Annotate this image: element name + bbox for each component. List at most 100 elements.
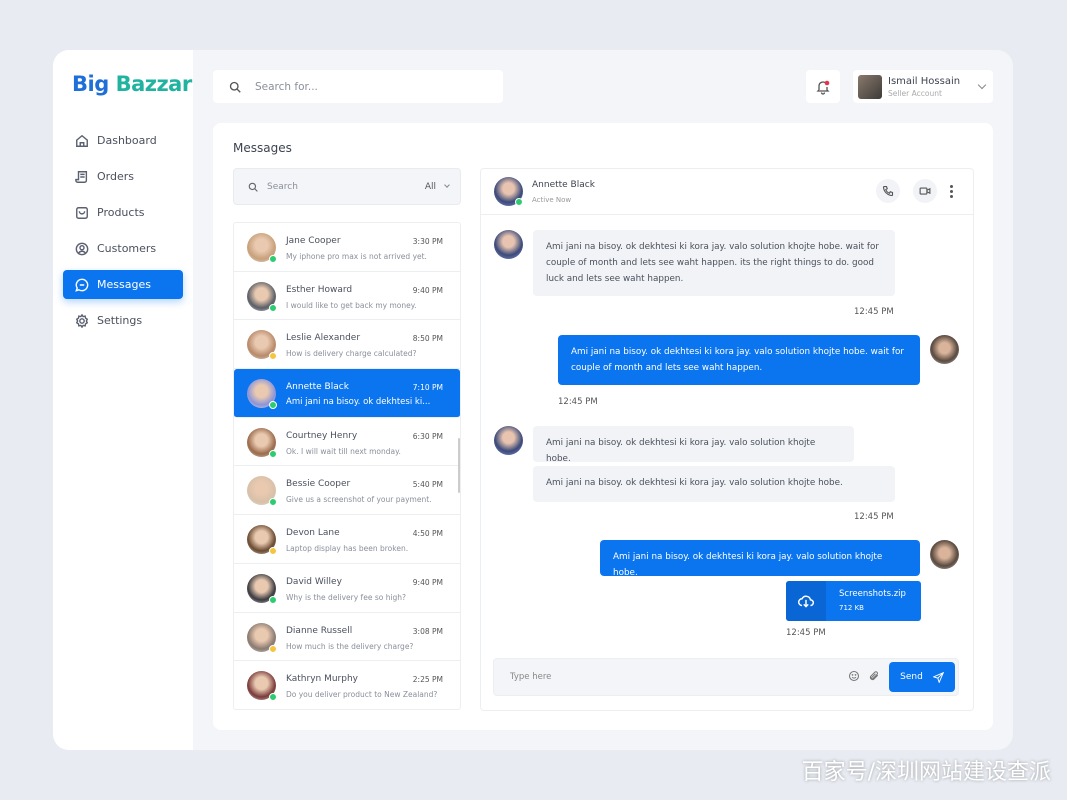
status-dot [269, 303, 277, 312]
status-dot [269, 595, 277, 604]
messages-panel: Messages Search All Jane Cooper 3:30 PM M… [213, 123, 993, 730]
user-circle-icon [75, 242, 89, 255]
gear-icon [75, 313, 89, 328]
chevron-down-icon [444, 182, 450, 188]
conversation-item[interactable]: Dianne Russell 3:08 PM How much is the d… [234, 613, 460, 662]
chat-header: Annette Black Active Now [481, 169, 973, 215]
filter-select[interactable]: All [425, 182, 436, 192]
avatar [494, 426, 523, 455]
message-preview: Ok. I will wait till next monday. [286, 446, 401, 456]
sidebar: Big Bazzar Dashboard Orders Products Cus… [53, 50, 193, 750]
home-icon [76, 134, 88, 147]
contact-name: David Willey [286, 576, 342, 587]
file-attachment[interactable]: Screenshots.zip 712 KB [786, 581, 921, 621]
message-timestamp: 12:45 PM [854, 512, 894, 522]
message-bubble-outgoing: Ami jani na bisoy. ok dekhtesi ki kora j… [600, 540, 920, 578]
scrollbar[interactable] [458, 438, 460, 493]
conversation-item[interactable]: David Willey 9:40 PM Why is the delivery… [234, 564, 460, 613]
conversation-item[interactable]: Devon Lane 4:50 PM Laptop display has be… [234, 515, 460, 564]
message-preview: Do you deliver product to New Zealand? [286, 690, 438, 700]
global-search-input[interactable]: Search for... [213, 70, 503, 103]
sidebar-item-customers[interactable]: Customers [63, 234, 183, 263]
status-dot [269, 547, 277, 556]
message-time: 9:40 PM [412, 285, 443, 295]
avatar [930, 540, 959, 569]
conversation-item[interactable]: Esther Howard 9:40 PM I would like to ge… [234, 272, 460, 321]
message-time: 6:30 PM [412, 431, 443, 441]
contact-name: Leslie Alexander [286, 333, 361, 344]
avatar [930, 335, 959, 364]
avatar [858, 74, 882, 99]
sidebar-item-products[interactable]: Products [63, 198, 183, 227]
cloud-download-icon [798, 595, 814, 608]
call-button[interactable] [876, 179, 900, 203]
logo[interactable]: Big Bazzar [72, 72, 192, 96]
conversation-item[interactable]: Annette Black 7:10 PM Ami jani na bisoy.… [234, 369, 460, 418]
message-preview: Why is the delivery fee so high? [286, 592, 407, 602]
status-dot [269, 401, 277, 410]
send-icon [932, 671, 944, 683]
contact-name: Jane Cooper [286, 236, 341, 246]
message-preview: My iphone pro max is not arrived yet. [286, 252, 427, 261]
phone-icon [882, 185, 894, 197]
contact-name: Dianne Russell [286, 625, 353, 636]
sidebar-item-dashboard[interactable]: Dashboard [63, 126, 183, 155]
chat-icon [75, 278, 89, 292]
message-preview: Give us a screenshot of your payment. [286, 495, 432, 505]
bell-icon [816, 80, 830, 95]
message-bubble-incoming: Ami jani na bisoy. ok dekhtesi ki kora j… [533, 426, 854, 464]
status-dot [269, 498, 277, 507]
contact-name: Devon Lane [286, 528, 340, 539]
message-input[interactable]: Type here Send [493, 658, 959, 696]
sidebar-item-settings[interactable]: Settings [63, 306, 183, 335]
conversation-item[interactable]: Kathryn Murphy 2:25 PM Do you deliver pr… [234, 661, 460, 709]
conversation-search-input[interactable]: Search All [233, 168, 461, 205]
message-time: 5:40 PM [412, 480, 443, 490]
message-time: 2:25 PM [412, 675, 443, 685]
message-preview: How much is the delivery charge? [286, 641, 414, 651]
message-bubble-incoming: Ami jani na bisoy. ok dekhtesi ki kora j… [533, 230, 895, 296]
conversation-list: Jane Cooper 3:30 PM My iphone pro max is… [233, 222, 461, 710]
watermark: 百家号/深圳网站建设查派 [801, 760, 1051, 785]
message-time: 4:50 PM [412, 529, 443, 539]
status-dot [269, 693, 277, 702]
user-menu[interactable]: Ismail Hossain Seller Account [853, 70, 993, 103]
message-time: 9:40 PM [412, 577, 443, 587]
message-time: 3:30 PM [412, 237, 443, 246]
conversation-item[interactable]: Courtney Henry 6:30 PM Ok. I will wait t… [234, 418, 460, 467]
conversation-item[interactable]: Leslie Alexander 8:50 PM How is delivery… [234, 320, 460, 370]
message-timestamp: 12:45 PM [558, 397, 598, 407]
notification-button[interactable] [806, 70, 840, 103]
message-preview: Laptop display has been broken. [286, 544, 409, 554]
chevron-down-icon [977, 80, 987, 90]
message-timestamp: 12:45 PM [854, 307, 894, 317]
message-preview: How is delivery charge calculated? [286, 349, 417, 359]
message-preview: Ami jani na bisoy. ok dekhtesi ki... [286, 397, 431, 408]
status-dot [269, 352, 277, 361]
send-button[interactable]: Send [889, 662, 955, 692]
conversation-item[interactable]: Jane Cooper 3:30 PM My iphone pro max is… [234, 223, 460, 272]
message-preview: I would like to get back my money. [286, 300, 417, 310]
sidebar-item-orders[interactable]: Orders [63, 162, 183, 191]
status-dot [269, 449, 277, 458]
chat-window: Annette Black Active Now Ami jani na bis… [480, 168, 974, 711]
page-title: Messages [233, 141, 292, 155]
conversation-item[interactable]: Bessie Cooper 5:40 PM Give us a screensh… [234, 466, 460, 516]
sidebar-item-messages[interactable]: Messages [63, 270, 183, 299]
status-dot [269, 255, 277, 263]
message-time: 3:08 PM [412, 626, 443, 636]
app-window: Big Bazzar Dashboard Orders Products Cus… [53, 50, 1013, 750]
more-options-button[interactable] [950, 185, 953, 198]
receipt-icon [75, 170, 88, 183]
contact-name: Annette Black [286, 382, 349, 393]
sidebar-nav: Dashboard Orders Products Customers Mess… [63, 126, 183, 342]
video-call-button[interactable] [913, 179, 937, 203]
contact-name: Kathryn Murphy [286, 674, 358, 685]
emoji-icon[interactable] [848, 670, 860, 682]
online-status-dot [515, 198, 523, 206]
contact-name: Courtney Henry [286, 430, 358, 441]
attachment-icon[interactable] [868, 670, 880, 682]
bag-icon [76, 206, 88, 219]
message-timestamp: 12:45 PM [786, 628, 826, 638]
message-time: 7:10 PM [412, 383, 443, 393]
